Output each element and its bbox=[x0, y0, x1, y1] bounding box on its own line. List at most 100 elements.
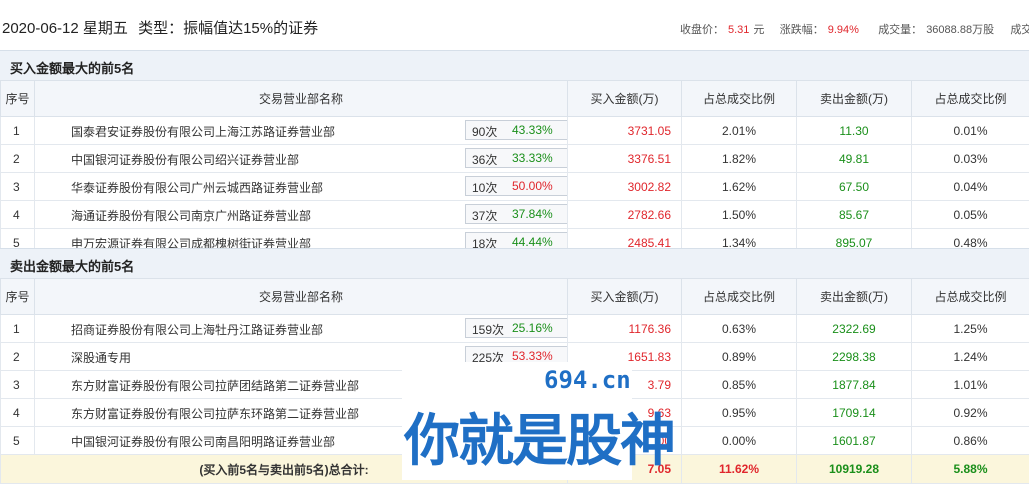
sell-ratio: 0.04% bbox=[912, 173, 1029, 201]
sell-section-header: 卖出金额最大的前5名 bbox=[0, 248, 1029, 279]
win-rate: 53.33% bbox=[512, 349, 553, 363]
branch-name-link[interactable]: 海通证券股份有限公司南京广州路证券营业部 bbox=[71, 207, 311, 224]
security-type: 类型：振幅值达15%的证券 bbox=[138, 20, 318, 37]
watermark-slogan: 你就是股神 bbox=[404, 396, 674, 477]
row-index: 3 bbox=[1, 371, 35, 399]
buy-ratio: 0.95% bbox=[682, 399, 797, 427]
table-row[interactable]: 1国泰君安证券股份有限公司上海江苏路证券营业部90次43.33%?3731.05… bbox=[1, 117, 1029, 145]
trade-count-box[interactable]: 90次43.33%? bbox=[465, 120, 568, 140]
col-sell-ratio: 占总成交比例 bbox=[912, 81, 1029, 117]
sell-amount: 49.81 bbox=[797, 145, 912, 173]
table-row[interactable]: 2 中国银河证券股份有限公司绍兴证券营业部 36次33.33%3376.511.82… bbox=[1, 145, 1029, 173]
sell-amount: 11.30 bbox=[797, 117, 912, 145]
sell-ratio: 0.05% bbox=[912, 201, 1029, 229]
close-unit: 元 bbox=[753, 24, 764, 36]
trade-times: 90次 bbox=[472, 123, 497, 140]
top-bar: 2020-06-12 星期五 类型：振幅值达15%的证券 收盘价：5.31元 涨… bbox=[0, 0, 1029, 51]
col-buy-ratio: 占总成交比例 bbox=[682, 279, 797, 315]
trade-date: 2020-06-12 星期五 bbox=[2, 20, 128, 37]
sell-ratio: 1.25% bbox=[912, 315, 1029, 343]
row-index: 2 bbox=[1, 343, 35, 371]
total-sell: 10919.28 bbox=[797, 455, 912, 484]
branch-name-link[interactable]: 东方财富证券股份有限公司拉萨东环路第二证券营业部 bbox=[71, 405, 359, 422]
sell-ratio: 0.01% bbox=[912, 117, 1029, 145]
col-index: 序号 bbox=[1, 81, 35, 117]
trade-times: 37次 bbox=[472, 207, 497, 224]
buy-amount: 2782.66 bbox=[568, 201, 682, 229]
row-index: 5 bbox=[1, 427, 35, 455]
col-sell-amount: 卖出金额(万) bbox=[797, 81, 912, 117]
volume-value: 36088.88万股 bbox=[926, 24, 994, 36]
branch-name-link[interactable]: 中国银河证券股份有限公司绍兴证券营业部 bbox=[71, 151, 299, 168]
buy-ratio: 1.62% bbox=[682, 173, 797, 201]
buy-ratio: 1.50% bbox=[682, 201, 797, 229]
branch-cell: 国泰君安证券股份有限公司上海江苏路证券营业部90次43.33%? bbox=[35, 117, 568, 145]
table-row[interactable]: 3华泰证券股份有限公司广州云城西路证券营业部10次50.00%3002.821.… bbox=[1, 173, 1029, 201]
sell-table-header: 序号 交易营业部名称 买入金额(万) 占总成交比例 卖出金额(万) 占总成交比例 bbox=[1, 279, 1029, 315]
trade-times: 159次 bbox=[472, 321, 504, 338]
watermark-overlay: 694.cn 你就是股神 bbox=[402, 362, 632, 480]
buy-ratio: 0.00% bbox=[682, 427, 797, 455]
stock-stats: 收盘价：5.31元 涨跌幅：9.94% 成交量：36088.88万股 成交 bbox=[680, 21, 1029, 37]
branch-cell: 招商证券股份有限公司上海牡丹江路证券营业部 159次 25.16% bbox=[35, 315, 568, 343]
buy-ratio: 0.63% bbox=[682, 315, 797, 343]
col-index: 序号 bbox=[1, 279, 35, 315]
buy-ratio: 1.82% bbox=[682, 145, 797, 173]
col-buy-amount: 买入金额(万) bbox=[568, 279, 682, 315]
change-value: 9.94% bbox=[828, 24, 859, 36]
buy-section-title: 买入金额最大的前5名 bbox=[10, 58, 134, 77]
sell-ratio: 0.86% bbox=[912, 427, 1029, 455]
row-index: 2 bbox=[1, 145, 35, 173]
sell-ratio: 1.01% bbox=[912, 371, 1029, 399]
branch-cell: 海通证券股份有限公司南京广州路证券营业部 37次 37.84% bbox=[35, 201, 568, 229]
col-branch-name: 交易营业部名称 bbox=[35, 279, 568, 315]
buy-ratio: 0.89% bbox=[682, 343, 797, 371]
trade-count-box[interactable]: 10次50.00% bbox=[465, 176, 568, 196]
sell-amount: 85.67 bbox=[797, 201, 912, 229]
trade-count-box[interactable]: 159次 25.16% bbox=[465, 318, 568, 338]
turnover-label: 成交 bbox=[1010, 24, 1029, 36]
win-rate: 44.44% bbox=[512, 235, 553, 249]
volume-label: 成交量： bbox=[878, 24, 922, 36]
sell-ratio: 0.03% bbox=[912, 145, 1029, 173]
col-sell-amount: 卖出金额(万) bbox=[797, 279, 912, 315]
win-rate: 33.33% bbox=[512, 151, 553, 165]
win-rate: 25.16% bbox=[512, 321, 553, 335]
buy-amount: 3376.51 bbox=[568, 145, 682, 173]
branch-name-link[interactable]: 深股通专用 bbox=[71, 349, 131, 366]
sell-amount: 1601.87 bbox=[797, 427, 912, 455]
trade-count-box[interactable]: 36次33.33% bbox=[465, 148, 568, 168]
win-rate: 37.84% bbox=[512, 207, 553, 221]
page-title: 2020-06-12 星期五 类型：振幅值达15%的证券 bbox=[2, 17, 318, 38]
sell-section-title: 卖出金额最大的前5名 bbox=[10, 256, 134, 275]
branch-name-link[interactable]: 国泰君安证券股份有限公司上海江苏路证券营业部 bbox=[71, 123, 335, 140]
sell-ratio: 0.92% bbox=[912, 399, 1029, 427]
sell-ratio: 1.24% bbox=[912, 343, 1029, 371]
close-label: 收盘价： bbox=[680, 24, 724, 36]
branch-name-link[interactable]: 华泰证券股份有限公司广州云城西路证券营业部 bbox=[71, 179, 323, 196]
branch-name-link[interactable]: 中国银河证券股份有限公司南昌阳明路证券营业部 bbox=[71, 433, 335, 450]
table-row[interactable]: 4 海通证券股份有限公司南京广州路证券营业部 37次 37.84% 2782.661.5… bbox=[1, 201, 1029, 229]
col-buy-ratio: 占总成交比例 bbox=[682, 81, 797, 117]
branch-name-link[interactable]: 东方财富证券股份有限公司拉萨团结路第二证券营业部 bbox=[71, 377, 359, 394]
row-index: 3 bbox=[1, 173, 35, 201]
buy-amount: 3731.05 bbox=[568, 117, 682, 145]
buy-table: 序号 交易营业部名称 买入金额(万) 占总成交比例 卖出金额(万) 占总成交比例… bbox=[0, 80, 1029, 257]
sell-amount: 2322.69 bbox=[797, 315, 912, 343]
trade-count-box[interactable]: 37次 37.84% bbox=[465, 204, 568, 224]
trade-times: 10次 bbox=[472, 179, 497, 196]
row-index: 4 bbox=[1, 201, 35, 229]
buy-amount: 1176.36 bbox=[568, 315, 682, 343]
branch-cell: 中国银河证券股份有限公司绍兴证券营业部 36次33.33% bbox=[35, 145, 568, 173]
win-rate: 43.33% bbox=[512, 123, 553, 137]
sell-amount: 67.50 bbox=[797, 173, 912, 201]
row-index: 1 bbox=[1, 117, 35, 145]
col-branch-name: 交易营业部名称 bbox=[35, 81, 568, 117]
sell-amount: 1709.14 bbox=[797, 399, 912, 427]
row-index: 4 bbox=[1, 399, 35, 427]
table-row[interactable]: 1招商证券股份有限公司上海牡丹江路证券营业部159次25.16%1176.360… bbox=[1, 315, 1029, 343]
total-buy-ratio: 11.62% bbox=[682, 455, 797, 484]
total-sell-ratio: 5.88% bbox=[912, 455, 1029, 484]
close-value: 5.31 bbox=[728, 24, 749, 36]
branch-name-link[interactable]: 招商证券股份有限公司上海牡丹江路证券营业部 bbox=[71, 321, 323, 338]
